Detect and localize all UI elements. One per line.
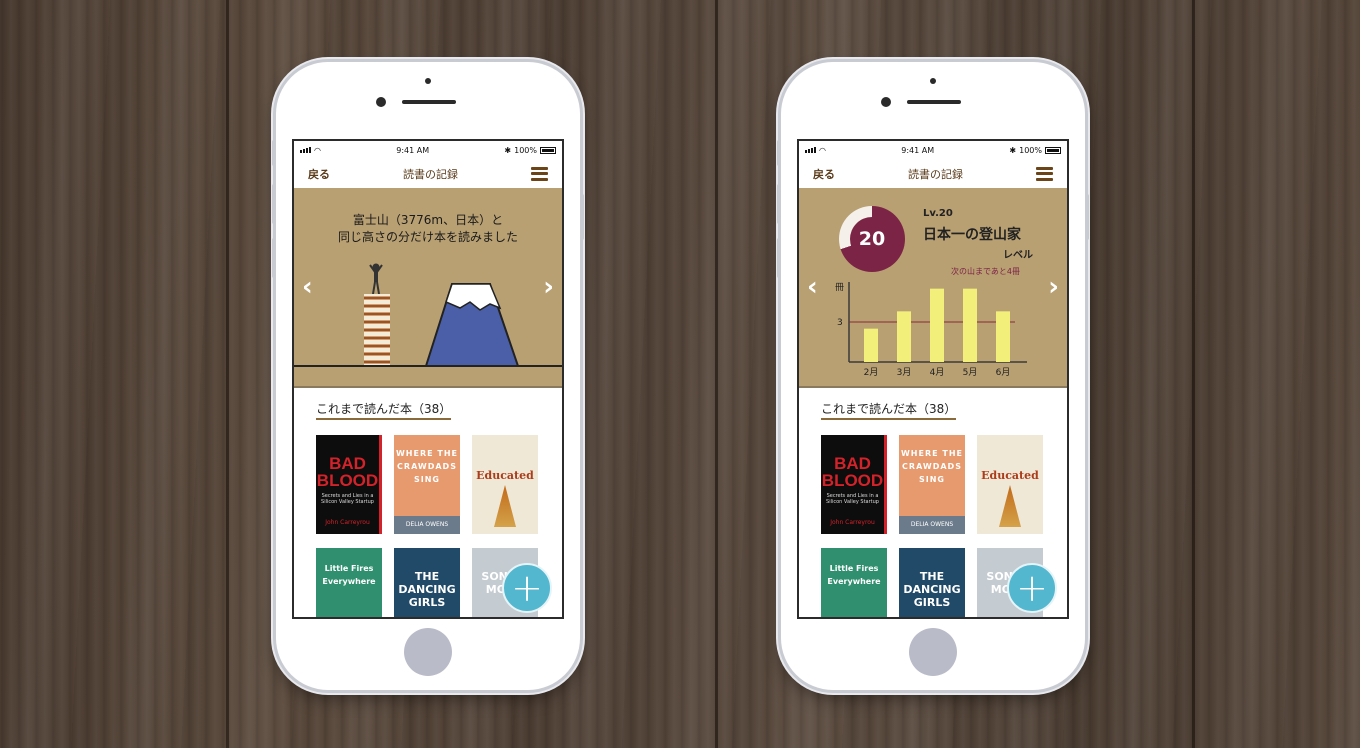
chevron-left-icon[interactable]: ‹	[807, 274, 818, 300]
earpiece-speaker	[907, 100, 961, 104]
screen: ◠ 9:41 AM ✱ 100% 戻る 読書の記録 富士山（3776m、日本）と …	[292, 139, 564, 619]
front-camera	[376, 97, 386, 107]
signal-icon	[805, 147, 816, 153]
plus-icon: +	[1016, 566, 1048, 610]
volume-up-button	[777, 184, 781, 224]
battery-icon	[539, 146, 556, 154]
book-cover[interactable]: BAD BLOOD Secrets and Lies in a Silicon V…	[316, 435, 382, 534]
x-tick-label: 4月	[930, 367, 945, 378]
home-button[interactable]	[404, 628, 452, 676]
mount-fuji-icon	[424, 283, 520, 367]
screen: ◠ 9:41 AM ✱ 100% 戻る 読書の記録 20 Lv.20 日本一の登山…	[797, 139, 1069, 619]
chevron-right-icon[interactable]: ›	[1048, 274, 1059, 300]
y-axis-label: 冊	[835, 282, 844, 293]
level-card: 20 Lv.20 日本一の登山家 レベル 次の山まであと4冊 ‹ › 冊 3 2月 3…	[799, 188, 1067, 388]
plus-icon: +	[511, 566, 543, 610]
books-section-title: これまで読んだ本（38）	[821, 400, 957, 420]
book-cover[interactable]: Educated	[977, 435, 1043, 534]
page-title: 読書の記録	[908, 167, 963, 181]
next-mountain-text: 次の山まであと4冊	[951, 267, 1021, 276]
page-title: 読書の記録	[403, 167, 458, 181]
navbar: 戻る 読書の記録	[294, 159, 562, 188]
bluetooth-icon: ✱	[1009, 145, 1017, 155]
bluetooth-icon: ✱	[504, 145, 512, 155]
back-button[interactable]: 戻る	[813, 166, 835, 182]
x-tick-label: 2月	[864, 367, 879, 378]
status-bar: ◠ 9:41 AM ✱ 100%	[294, 141, 562, 159]
battery-label: 100%	[514, 145, 537, 155]
wifi-icon: ◠	[819, 145, 826, 155]
books-section-title: これまで読んだ本（38）	[316, 400, 452, 420]
bar-4月	[930, 288, 944, 362]
monthly-books-chart: 冊 3 2月 3月 4月 5月 6月	[835, 282, 1027, 378]
x-tick-label: 3月	[897, 367, 912, 378]
wood-seam	[1192, 0, 1195, 748]
book-cover[interactable]: BAD BLOOD Secrets and Lies in a Silicon V…	[821, 435, 887, 534]
status-bar: ◠ 9:41 AM ✱ 100%	[799, 141, 1067, 159]
proximity-sensor	[425, 78, 431, 84]
phone-level-view: ◠ 9:41 AM ✱ 100% 戻る 読書の記録 20 Lv.20 日本一の登山…	[777, 62, 1089, 690]
level-number: 20	[850, 217, 894, 261]
add-book-button[interactable]: +	[502, 563, 552, 613]
front-camera	[881, 97, 891, 107]
wood-seam	[715, 0, 718, 748]
book-stack-icon	[364, 294, 390, 366]
level-label: Lv.20	[923, 208, 953, 219]
home-button[interactable]	[909, 628, 957, 676]
power-button	[580, 194, 584, 240]
proximity-sensor	[930, 78, 936, 84]
signal-icon	[300, 147, 311, 153]
wood-seam	[226, 0, 229, 748]
bar-6月	[996, 311, 1010, 362]
level-subtitle: レベル	[1003, 250, 1033, 261]
volume-down-button	[272, 238, 276, 278]
book-cover[interactable]: Educated	[472, 435, 538, 534]
mountain-illustration	[294, 263, 562, 367]
volume-down-button	[777, 238, 781, 278]
hamburger-menu-icon[interactable]	[1036, 166, 1053, 181]
earpiece-speaker	[402, 100, 456, 104]
status-time: 9:41 AM	[901, 145, 935, 155]
y-tick-label: 3	[837, 318, 843, 328]
book-cover[interactable]: Little Fires Everywhere	[316, 548, 382, 617]
hamburger-menu-icon[interactable]	[531, 166, 548, 181]
x-tick-label: 5月	[963, 367, 978, 378]
add-book-button[interactable]: +	[1007, 563, 1057, 613]
level-title: 日本一の登山家	[923, 227, 1021, 243]
person-icon	[369, 263, 383, 295]
level-progress-ring: 20	[839, 206, 905, 272]
book-cover[interactable]: THE DANCING GIRLS	[899, 548, 965, 617]
wifi-icon: ◠	[314, 145, 321, 155]
back-button[interactable]: 戻る	[308, 166, 330, 182]
battery-label: 100%	[1019, 145, 1042, 155]
volume-up-button	[272, 184, 276, 224]
book-cover[interactable]: THE DANCING GIRLS	[394, 548, 460, 617]
bar-5月	[963, 288, 977, 362]
x-tick-label: 6月	[996, 367, 1011, 378]
mute-switch	[272, 140, 276, 166]
bar-3月	[897, 311, 911, 362]
book-cover[interactable]: WHERE THE CRAWDADS SING DELIA OWENS	[394, 435, 460, 534]
status-time: 9:41 AM	[396, 145, 430, 155]
bar-2月	[864, 328, 878, 362]
book-cover[interactable]: WHERE THE CRAWDADS SING DELIA OWENS	[899, 435, 965, 534]
phone-mountain-view: ◠ 9:41 AM ✱ 100% 戻る 読書の記録 富士山（3776m、日本）と …	[272, 62, 584, 690]
mute-switch	[777, 140, 781, 166]
book-cover[interactable]: Little Fires Everywhere	[821, 548, 887, 617]
battery-icon	[1044, 146, 1061, 154]
navbar: 戻る 読書の記録	[799, 159, 1067, 188]
power-button	[1085, 194, 1089, 240]
mountain-card: 富士山（3776m、日本）と 同じ高さの分だけ本を読みました ‹ ›	[294, 188, 562, 388]
